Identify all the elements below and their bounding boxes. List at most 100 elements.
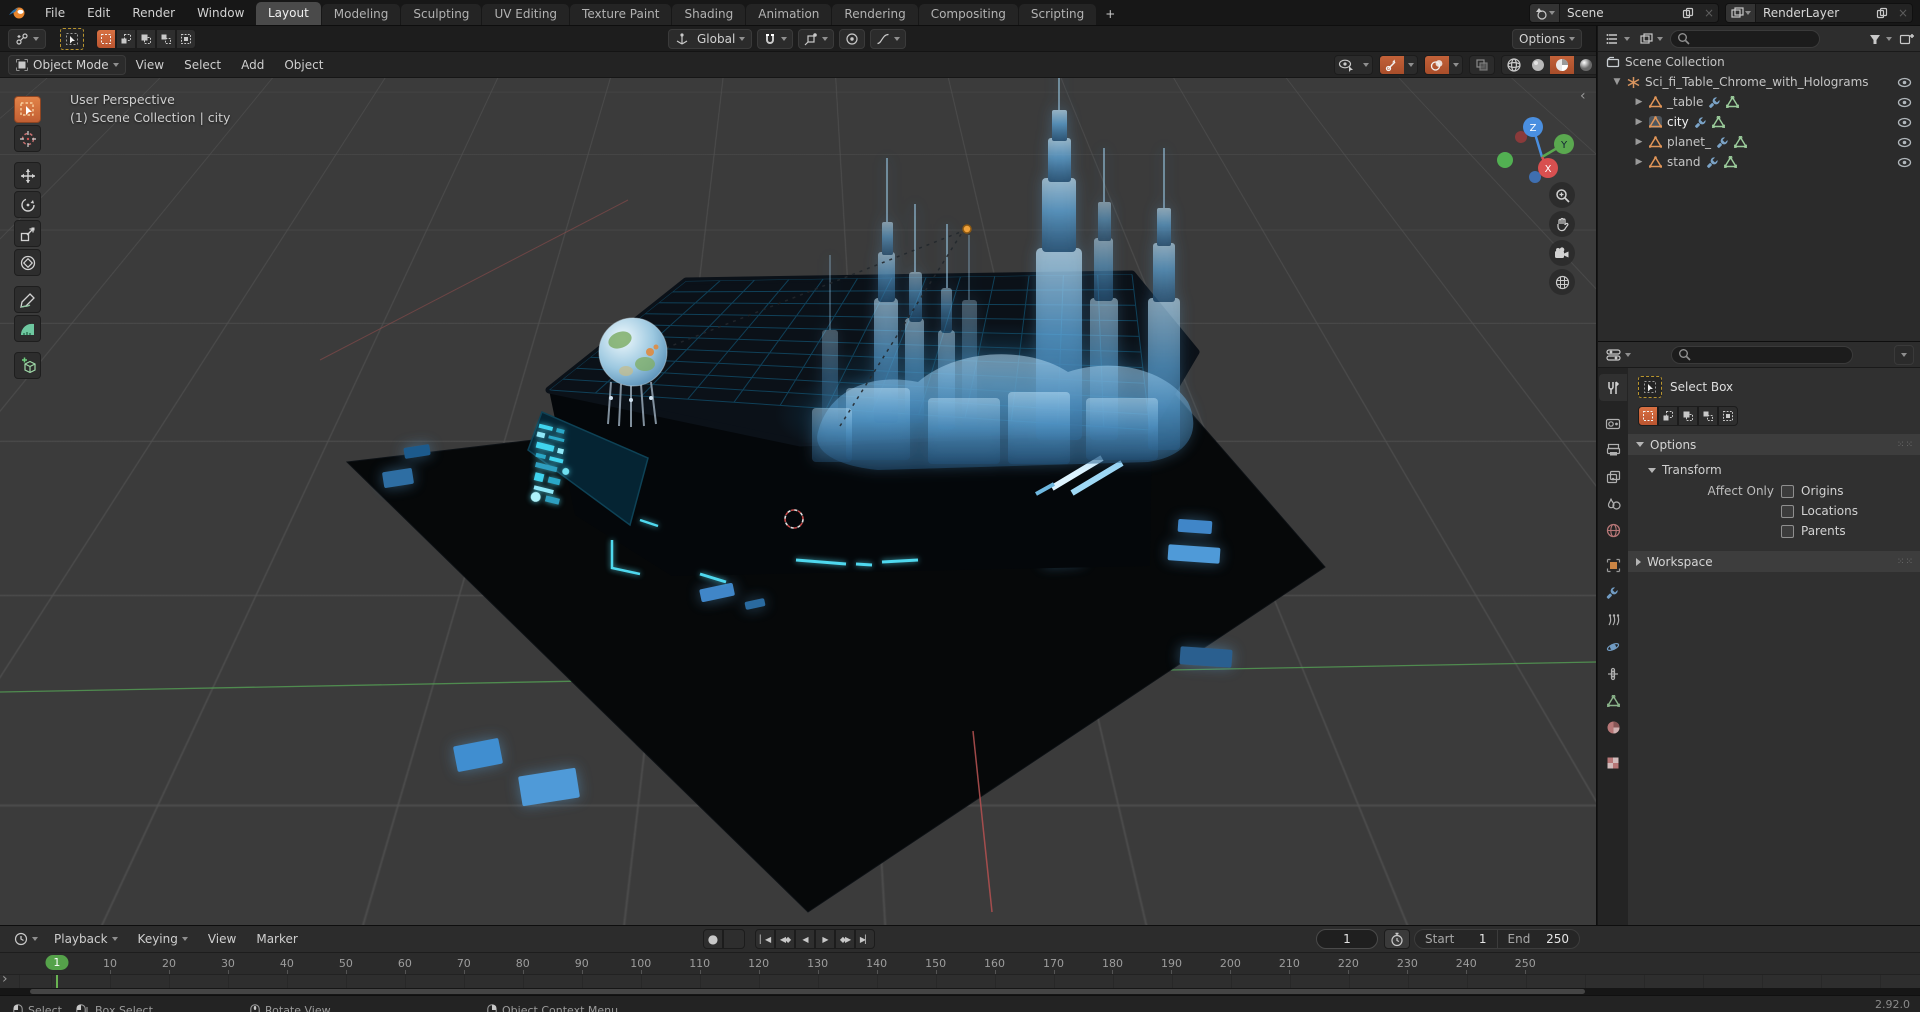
outliner-row-scene-collection[interactable]: Scene Collection xyxy=(1598,52,1920,72)
outliner-row-table[interactable]: ▶ _table xyxy=(1598,92,1920,112)
outliner-row-stand[interactable]: ▶ stand xyxy=(1598,152,1920,172)
tool-annotate[interactable] xyxy=(14,286,41,313)
tab-modifiers[interactable] xyxy=(1599,579,1627,606)
menu-window[interactable]: Window xyxy=(186,6,255,20)
tab-physics[interactable] xyxy=(1599,633,1627,660)
active-tool-icon[interactable] xyxy=(60,27,84,50)
tab-object[interactable] xyxy=(1599,552,1627,579)
viewport-menu-view[interactable]: View xyxy=(126,58,174,72)
tab-texture-paint[interactable]: Texture Paint xyxy=(570,4,672,25)
tool-scale[interactable] xyxy=(14,220,41,247)
select-mode-extend[interactable] xyxy=(116,28,136,49)
shading-wireframe-button[interactable] xyxy=(1502,56,1526,74)
panel-workspace[interactable]: Workspace ⁙⁙ xyxy=(1628,551,1920,572)
editor-type-button[interactable] xyxy=(1604,345,1633,365)
view-layer-name[interactable]: RenderLayer xyxy=(1756,6,1876,20)
outliner-row-parent[interactable]: ▼ Sci_fi_Table_Chrome_with_Holograms xyxy=(1598,72,1920,92)
tab-render[interactable] xyxy=(1599,409,1627,436)
viewport-menu-object[interactable]: Object xyxy=(274,58,333,72)
use-preview-range-button[interactable] xyxy=(1384,929,1410,949)
xray-toggle[interactable] xyxy=(1470,56,1494,74)
viewport-3d[interactable]: Global Options Object Mode View Select Add… xyxy=(0,26,1597,925)
tool-select-box[interactable] xyxy=(14,96,41,123)
camera-view-button[interactable] xyxy=(1549,240,1575,266)
disclosure-icon[interactable]: ▼ xyxy=(1612,77,1622,87)
playhead-chip[interactable]: 1 xyxy=(45,955,69,970)
viewport-canvas[interactable]: User Perspective (1) Scene Collection | … xyxy=(0,78,1596,925)
tab-shading[interactable]: Shading xyxy=(672,4,746,25)
outliner-row-city[interactable]: ▶ city xyxy=(1598,112,1920,132)
select-mode-invert[interactable] xyxy=(1698,406,1718,426)
tab-tool[interactable] xyxy=(1599,374,1627,401)
blender-logo-icon[interactable] xyxy=(0,6,34,20)
tool-transform[interactable] xyxy=(14,249,41,276)
disclosure-icon[interactable]: ▶ xyxy=(1634,97,1644,107)
viewport-menu-add[interactable]: Add xyxy=(231,58,274,72)
copy-icon[interactable] xyxy=(1682,7,1700,19)
tool-measure[interactable] xyxy=(14,315,41,342)
properties-options-button[interactable] xyxy=(1894,344,1914,365)
select-mode-subtract[interactable] xyxy=(1678,406,1698,426)
properties-search-input[interactable] xyxy=(1671,345,1853,364)
prev-keyframe-button[interactable]: ◀◆ xyxy=(775,929,795,949)
frame-end-field[interactable]: End 250 xyxy=(1496,930,1580,948)
tab-scripting[interactable]: Scripting xyxy=(1018,4,1097,25)
drag-grip-icon[interactable]: ⁙⁙ xyxy=(1897,440,1914,450)
timeline-menu-playback[interactable]: Playback xyxy=(44,932,128,946)
outliner-row-planet[interactable]: ▶ planet_ xyxy=(1598,132,1920,152)
checkbox-origins[interactable] xyxy=(1781,484,1794,498)
tab-rendering[interactable]: Rendering xyxy=(832,4,918,25)
tab-sculpting[interactable]: Sculpting xyxy=(401,4,482,25)
select-mode-intersect[interactable] xyxy=(176,28,196,49)
disclosure-icon[interactable]: ▶ xyxy=(1634,157,1644,167)
tab-constraints[interactable] xyxy=(1599,660,1627,687)
tool-move[interactable] xyxy=(14,162,41,189)
checkbox-parents[interactable] xyxy=(1781,524,1794,538)
drag-grip-icon[interactable]: ⁙⁙ xyxy=(1897,557,1914,567)
select-mode-new[interactable] xyxy=(1638,406,1658,426)
tab-object-data[interactable] xyxy=(1599,687,1627,714)
snap-target-dropdown[interactable] xyxy=(798,28,835,49)
select-mode-invert[interactable] xyxy=(156,28,176,49)
transform-orientation-dropdown[interactable]: Global xyxy=(668,28,753,49)
timeline-scrollbar[interactable] xyxy=(0,988,1920,995)
pan-view-button[interactable] xyxy=(1549,211,1575,237)
view-layer-selector[interactable]: RenderLayer × xyxy=(1725,3,1913,23)
auto-keying-button[interactable]: ● xyxy=(703,929,723,949)
scene-icon[interactable] xyxy=(1530,4,1560,22)
proportional-falloff-dropdown[interactable] xyxy=(870,28,907,49)
menu-render[interactable]: Render xyxy=(121,6,186,20)
snap-toggle[interactable] xyxy=(757,28,794,49)
view-layer-icon[interactable] xyxy=(1726,4,1756,22)
keying-extra-button[interactable] xyxy=(723,929,745,949)
frame-start-field[interactable]: Start 1 xyxy=(1415,930,1497,948)
tab-material[interactable] xyxy=(1599,714,1627,741)
shading-solid-button[interactable] xyxy=(1526,56,1550,74)
timeline-menu-keying[interactable]: Keying xyxy=(128,932,198,946)
navigation-gizmo[interactable]: Z Y X xyxy=(1496,82,1588,186)
panel-transform[interactable]: Transform xyxy=(1638,455,1920,481)
jump-to-end-button[interactable]: ▶▏ xyxy=(855,929,875,949)
tab-output[interactable] xyxy=(1599,436,1627,463)
tab-view-layer[interactable] xyxy=(1599,463,1627,490)
tool-rotate[interactable] xyxy=(14,191,41,218)
tab-compositing[interactable]: Compositing xyxy=(918,4,1018,25)
ortho-toggle-button[interactable] xyxy=(1549,269,1575,295)
next-keyframe-button[interactable]: ◆▶ xyxy=(835,929,855,949)
shading-material-button[interactable] xyxy=(1550,55,1574,74)
timeline-menu-view[interactable]: View xyxy=(198,932,246,946)
disclosure-icon[interactable]: ▶ xyxy=(1634,137,1644,147)
overlays-toggle[interactable] xyxy=(1425,55,1449,74)
select-mode-new[interactable] xyxy=(96,28,116,49)
tab-texture[interactable] xyxy=(1599,749,1627,776)
timeline-menu-marker[interactable]: Marker xyxy=(246,932,307,946)
timeline-expand-arrow[interactable]: › xyxy=(2,971,8,987)
editor-type-button[interactable] xyxy=(8,28,46,49)
editor-type-button[interactable] xyxy=(8,929,44,949)
tab-uv-editing[interactable]: UV Editing xyxy=(482,4,570,25)
panel-options[interactable]: Options ⁙⁙ xyxy=(1628,434,1920,455)
timeline-ruler[interactable]: 10 20 30 40 50 60 70 80 90 100 110 120 130 140 150 160 1… xyxy=(0,953,1920,975)
sidebar-collapse-arrow[interactable]: ‹ xyxy=(1580,88,1586,104)
menu-edit[interactable]: Edit xyxy=(76,6,121,20)
shading-rendered-button[interactable] xyxy=(1574,56,1596,74)
